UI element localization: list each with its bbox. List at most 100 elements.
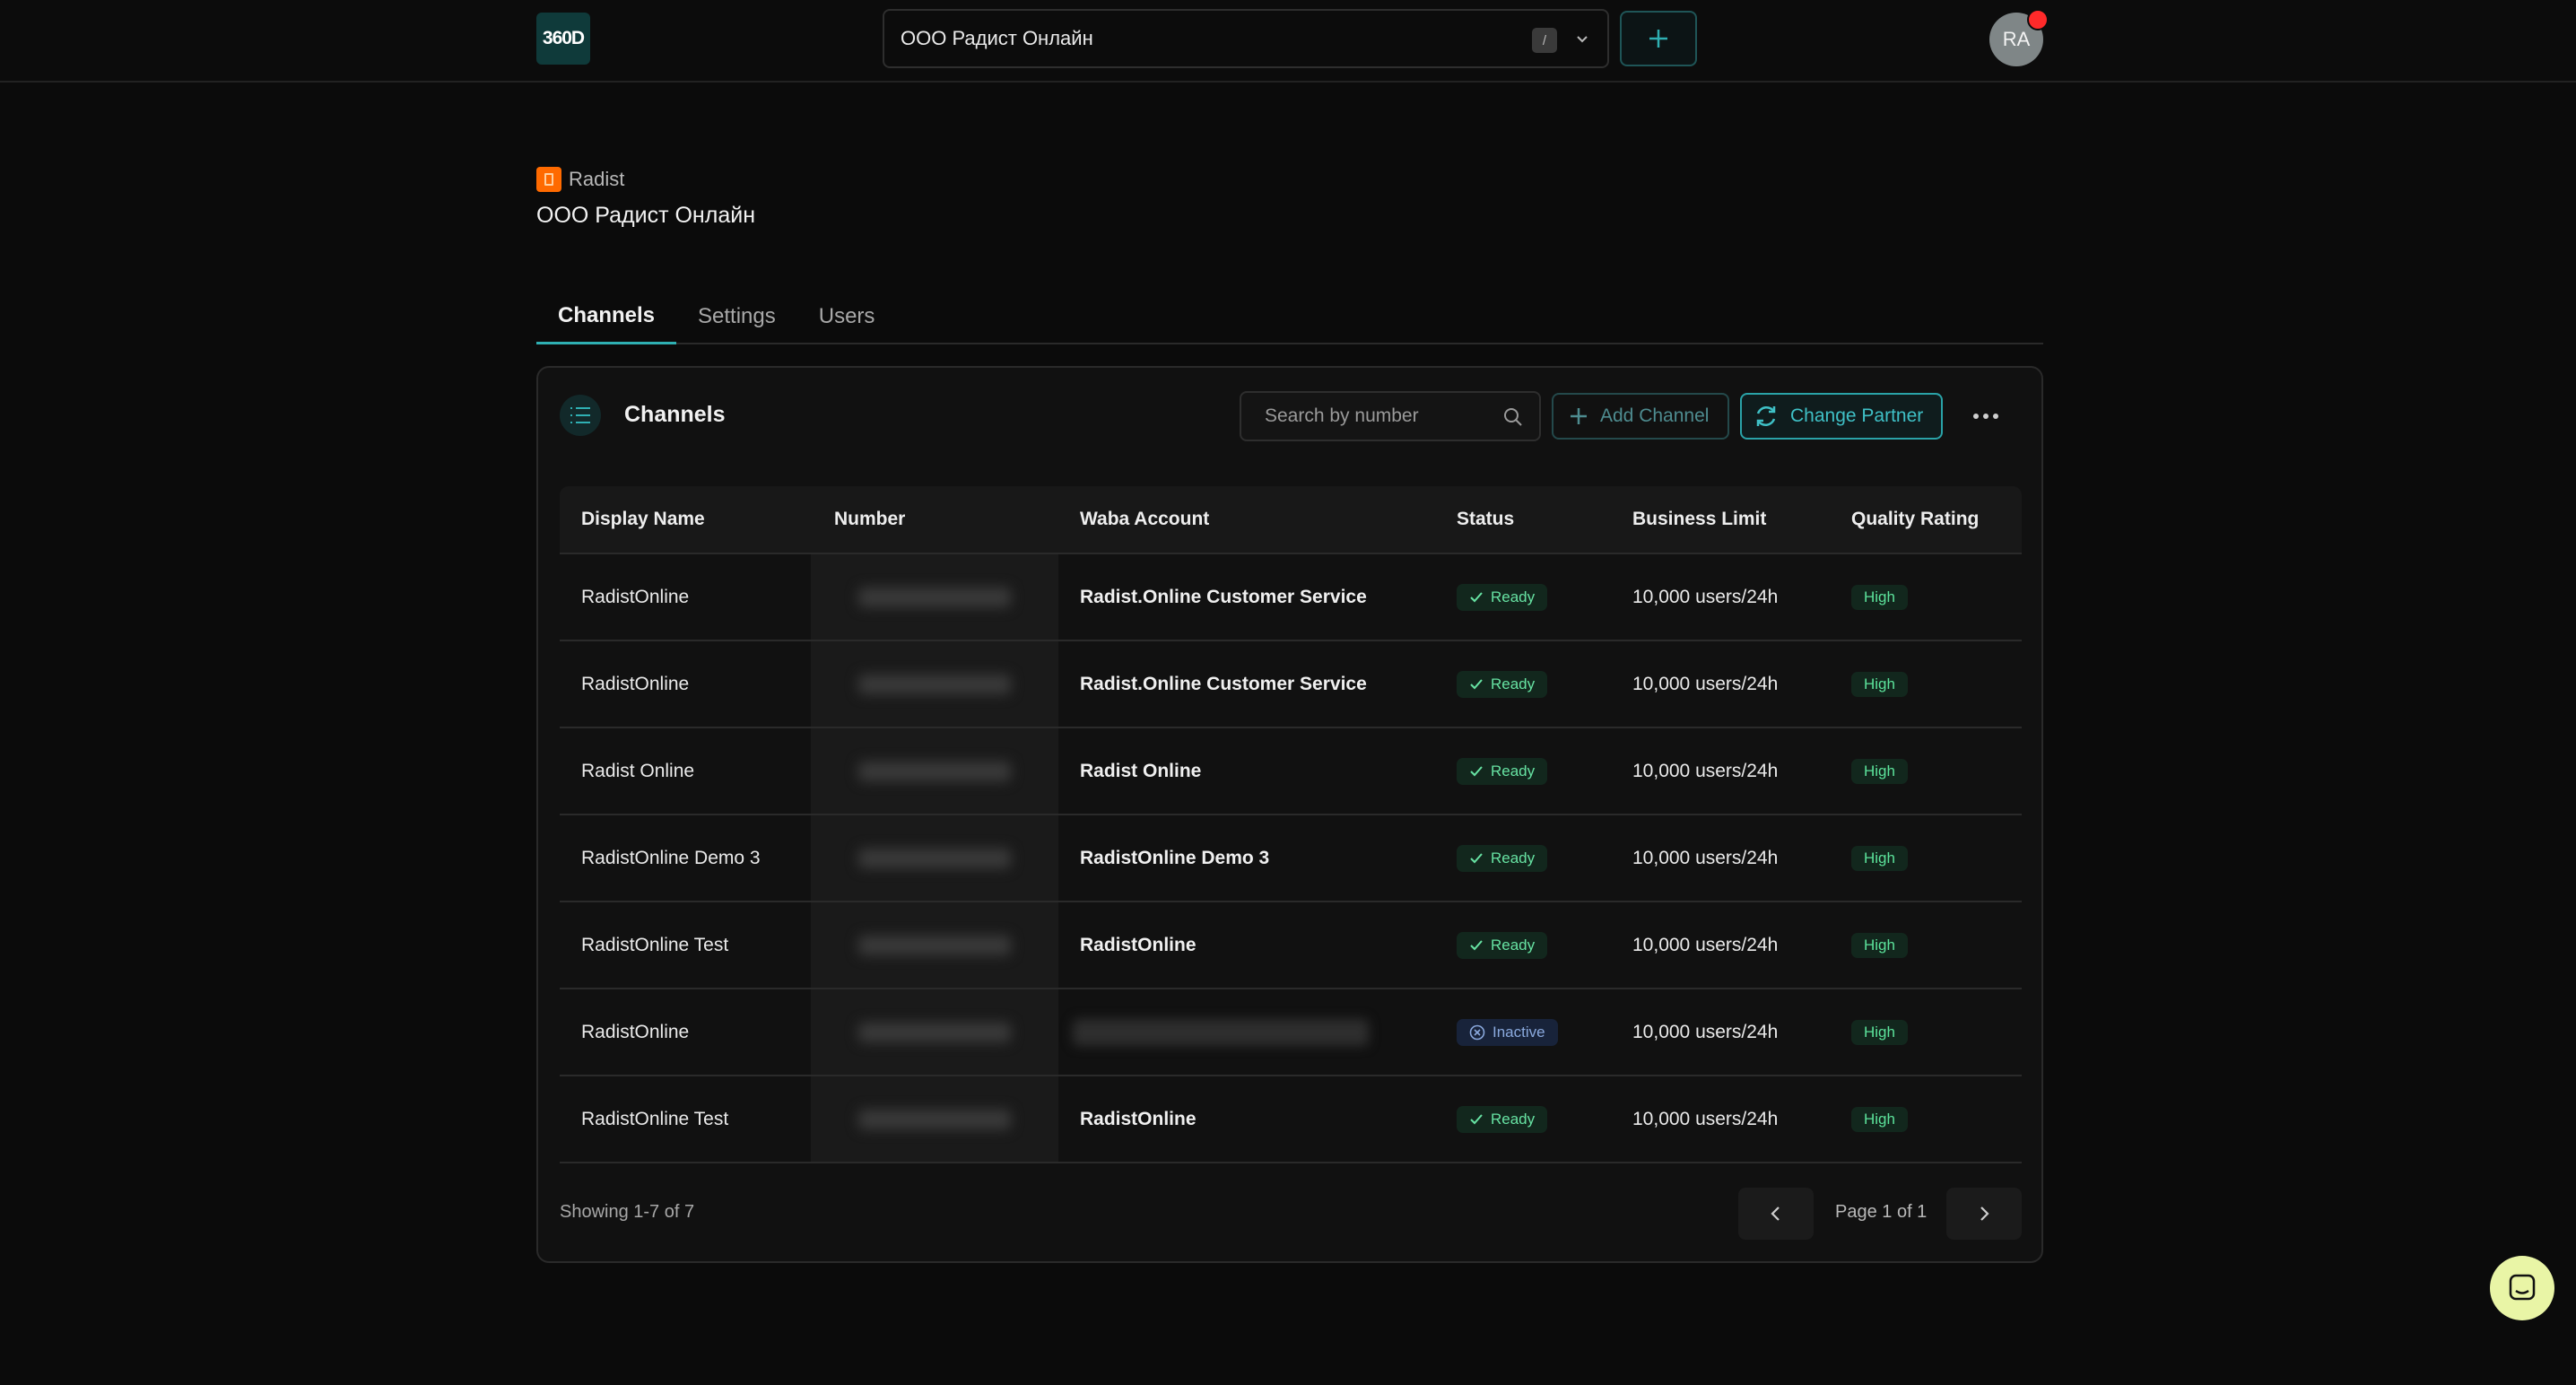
waba-account-cell: Radist Online — [1080, 760, 1202, 781]
previous-page-button[interactable] — [1738, 1188, 1814, 1240]
column-header-display-name[interactable]: Display Name — [560, 509, 811, 530]
channels-card: Channels Add Channel Change Partner Disp… — [536, 366, 2043, 1263]
plus-icon — [1571, 408, 1587, 424]
status-cell: Ready — [1435, 1105, 1611, 1133]
status-label: Ready — [1491, 936, 1536, 954]
check-icon — [1470, 678, 1483, 689]
radist-logo-icon — [536, 167, 561, 192]
tab-users[interactable]: Users — [797, 289, 897, 344]
display-name-cell: RadistOnline — [581, 586, 690, 607]
waba-account-cell: RadistOnline Demo 3 — [1080, 847, 1270, 868]
number-cell-redacted — [811, 641, 1058, 727]
number-cell-redacted — [811, 902, 1058, 988]
status-cell: Ready — [1435, 757, 1611, 785]
change-partner-label: Change Partner — [1790, 405, 1924, 426]
x-circle-icon — [1469, 1024, 1485, 1040]
dot — [1973, 414, 1979, 419]
column-header-business-limit[interactable]: Business Limit — [1611, 509, 1830, 530]
plus-icon — [1649, 30, 1667, 48]
table-row[interactable]: Radist Online Radist Online Ready 10,000… — [560, 728, 2022, 815]
search-icon — [1504, 408, 1522, 426]
dot — [1993, 414, 1998, 419]
quality-badge: High — [1851, 932, 1908, 958]
search-field[interactable] — [1240, 391, 1541, 441]
table-row[interactable]: RadistOnline Radist.Online Customer Serv… — [560, 641, 2022, 728]
redacted-waba-account — [1073, 1018, 1369, 1046]
page-title: ООО Радист Онлайн — [536, 203, 755, 228]
column-header-quality-rating[interactable]: Quality Rating — [1830, 509, 2022, 530]
next-page-button[interactable] — [1946, 1188, 2022, 1240]
quality-rating-cell: High — [1830, 1019, 2022, 1045]
quality-badge: High — [1851, 758, 1908, 784]
status-label: Ready — [1491, 588, 1536, 605]
number-cell-redacted — [811, 989, 1058, 1075]
redacted-number — [858, 674, 1011, 694]
breadcrumb-brand[interactable]: Radist — [569, 168, 624, 191]
business-limit-cell: 10,000 users/24h — [1632, 673, 1779, 694]
display-name-cell: RadistOnline — [581, 673, 690, 694]
column-header-number[interactable]: Number — [811, 509, 1058, 530]
search-input[interactable] — [1263, 405, 1482, 428]
list-icon — [560, 395, 601, 436]
column-header-status[interactable]: Status — [1435, 509, 1611, 530]
waba-account-cell: RadistOnline — [1080, 934, 1197, 955]
status-cell: Ready — [1435, 931, 1611, 959]
quality-badge: High — [1851, 1019, 1908, 1045]
status-cell: Ready — [1435, 583, 1611, 611]
status-badge: Ready — [1457, 931, 1548, 959]
add-channel-button[interactable]: Add Channel — [1552, 393, 1729, 440]
waba-account-cell: Radist.Online Customer Service — [1080, 586, 1367, 607]
chevron-left-icon — [1771, 1206, 1780, 1221]
table-row[interactable]: RadistOnline Demo 3 RadistOnline Demo 3 … — [560, 815, 2022, 902]
redacted-number — [858, 587, 1011, 607]
check-icon — [1470, 852, 1483, 863]
business-limit-cell: 10,000 users/24h — [1632, 760, 1779, 781]
waba-account-cell: Radist.Online Customer Service — [1080, 673, 1367, 694]
quality-badge: High — [1851, 845, 1908, 871]
waba-account-cell — [1058, 1018, 1435, 1046]
redacted-number — [858, 1022, 1011, 1042]
status-label: Ready — [1491, 1110, 1536, 1128]
card-title: Channels — [624, 402, 726, 427]
business-limit-cell: 10,000 users/24h — [1632, 1108, 1779, 1129]
redacted-number — [858, 761, 1011, 781]
column-header-waba-account[interactable]: Waba Account — [1058, 509, 1435, 530]
more-options-button[interactable] — [1968, 400, 2004, 432]
status-badge: Ready — [1457, 757, 1548, 785]
display-name-cell: Radist Online — [581, 760, 695, 781]
status-badge: Ready — [1457, 670, 1548, 698]
chevron-right-icon — [1980, 1206, 1989, 1221]
support-chat-button[interactable] — [2490, 1256, 2554, 1320]
quality-badge: High — [1851, 671, 1908, 697]
display-name-cell: RadistOnline Test — [581, 1108, 729, 1129]
table-row[interactable]: RadistOnline Inactive 10,000 users/24h H… — [560, 989, 2022, 1076]
quality-rating-cell: High — [1830, 584, 2022, 610]
chat-icon — [2509, 1274, 2536, 1301]
table-row[interactable]: RadistOnline Radist.Online Customer Serv… — [560, 554, 2022, 641]
app-logo[interactable]: 360D — [536, 13, 590, 65]
tab-settings[interactable]: Settings — [676, 289, 797, 344]
status-badge: Ready — [1457, 844, 1548, 872]
add-channel-label: Add Channel — [1600, 405, 1710, 426]
table-header: Display Name Number Waba Account Status … — [560, 486, 2022, 554]
business-limit-cell: 10,000 users/24h — [1632, 934, 1779, 955]
waba-account-cell: RadistOnline — [1080, 1108, 1197, 1129]
status-cell: Ready — [1435, 670, 1611, 698]
organization-select[interactable]: ООО Радист Онлайн / — [883, 9, 1609, 68]
redacted-number — [858, 1109, 1011, 1129]
status-label: Inactive — [1493, 1023, 1545, 1041]
status-badge: Inactive — [1457, 1018, 1558, 1046]
channels-table: Display Name Number Waba Account Status … — [560, 486, 2022, 1163]
status-cell: Inactive — [1435, 1018, 1611, 1046]
table-row[interactable]: RadistOnline Test RadistOnline Ready 10,… — [560, 902, 2022, 989]
tab-channels[interactable]: Channels — [536, 289, 677, 344]
keyboard-shortcut-hint: / — [1532, 28, 1557, 53]
quality-rating-cell: High — [1830, 1106, 2022, 1132]
add-button[interactable] — [1620, 11, 1697, 66]
change-partner-button[interactable]: Change Partner — [1740, 393, 1943, 440]
redacted-number — [858, 935, 1011, 955]
number-cell-redacted — [811, 1076, 1058, 1162]
number-cell-redacted — [811, 554, 1058, 640]
business-limit-cell: 10,000 users/24h — [1632, 586, 1779, 607]
table-row[interactable]: RadistOnline Test RadistOnline Ready 10,… — [560, 1076, 2022, 1163]
